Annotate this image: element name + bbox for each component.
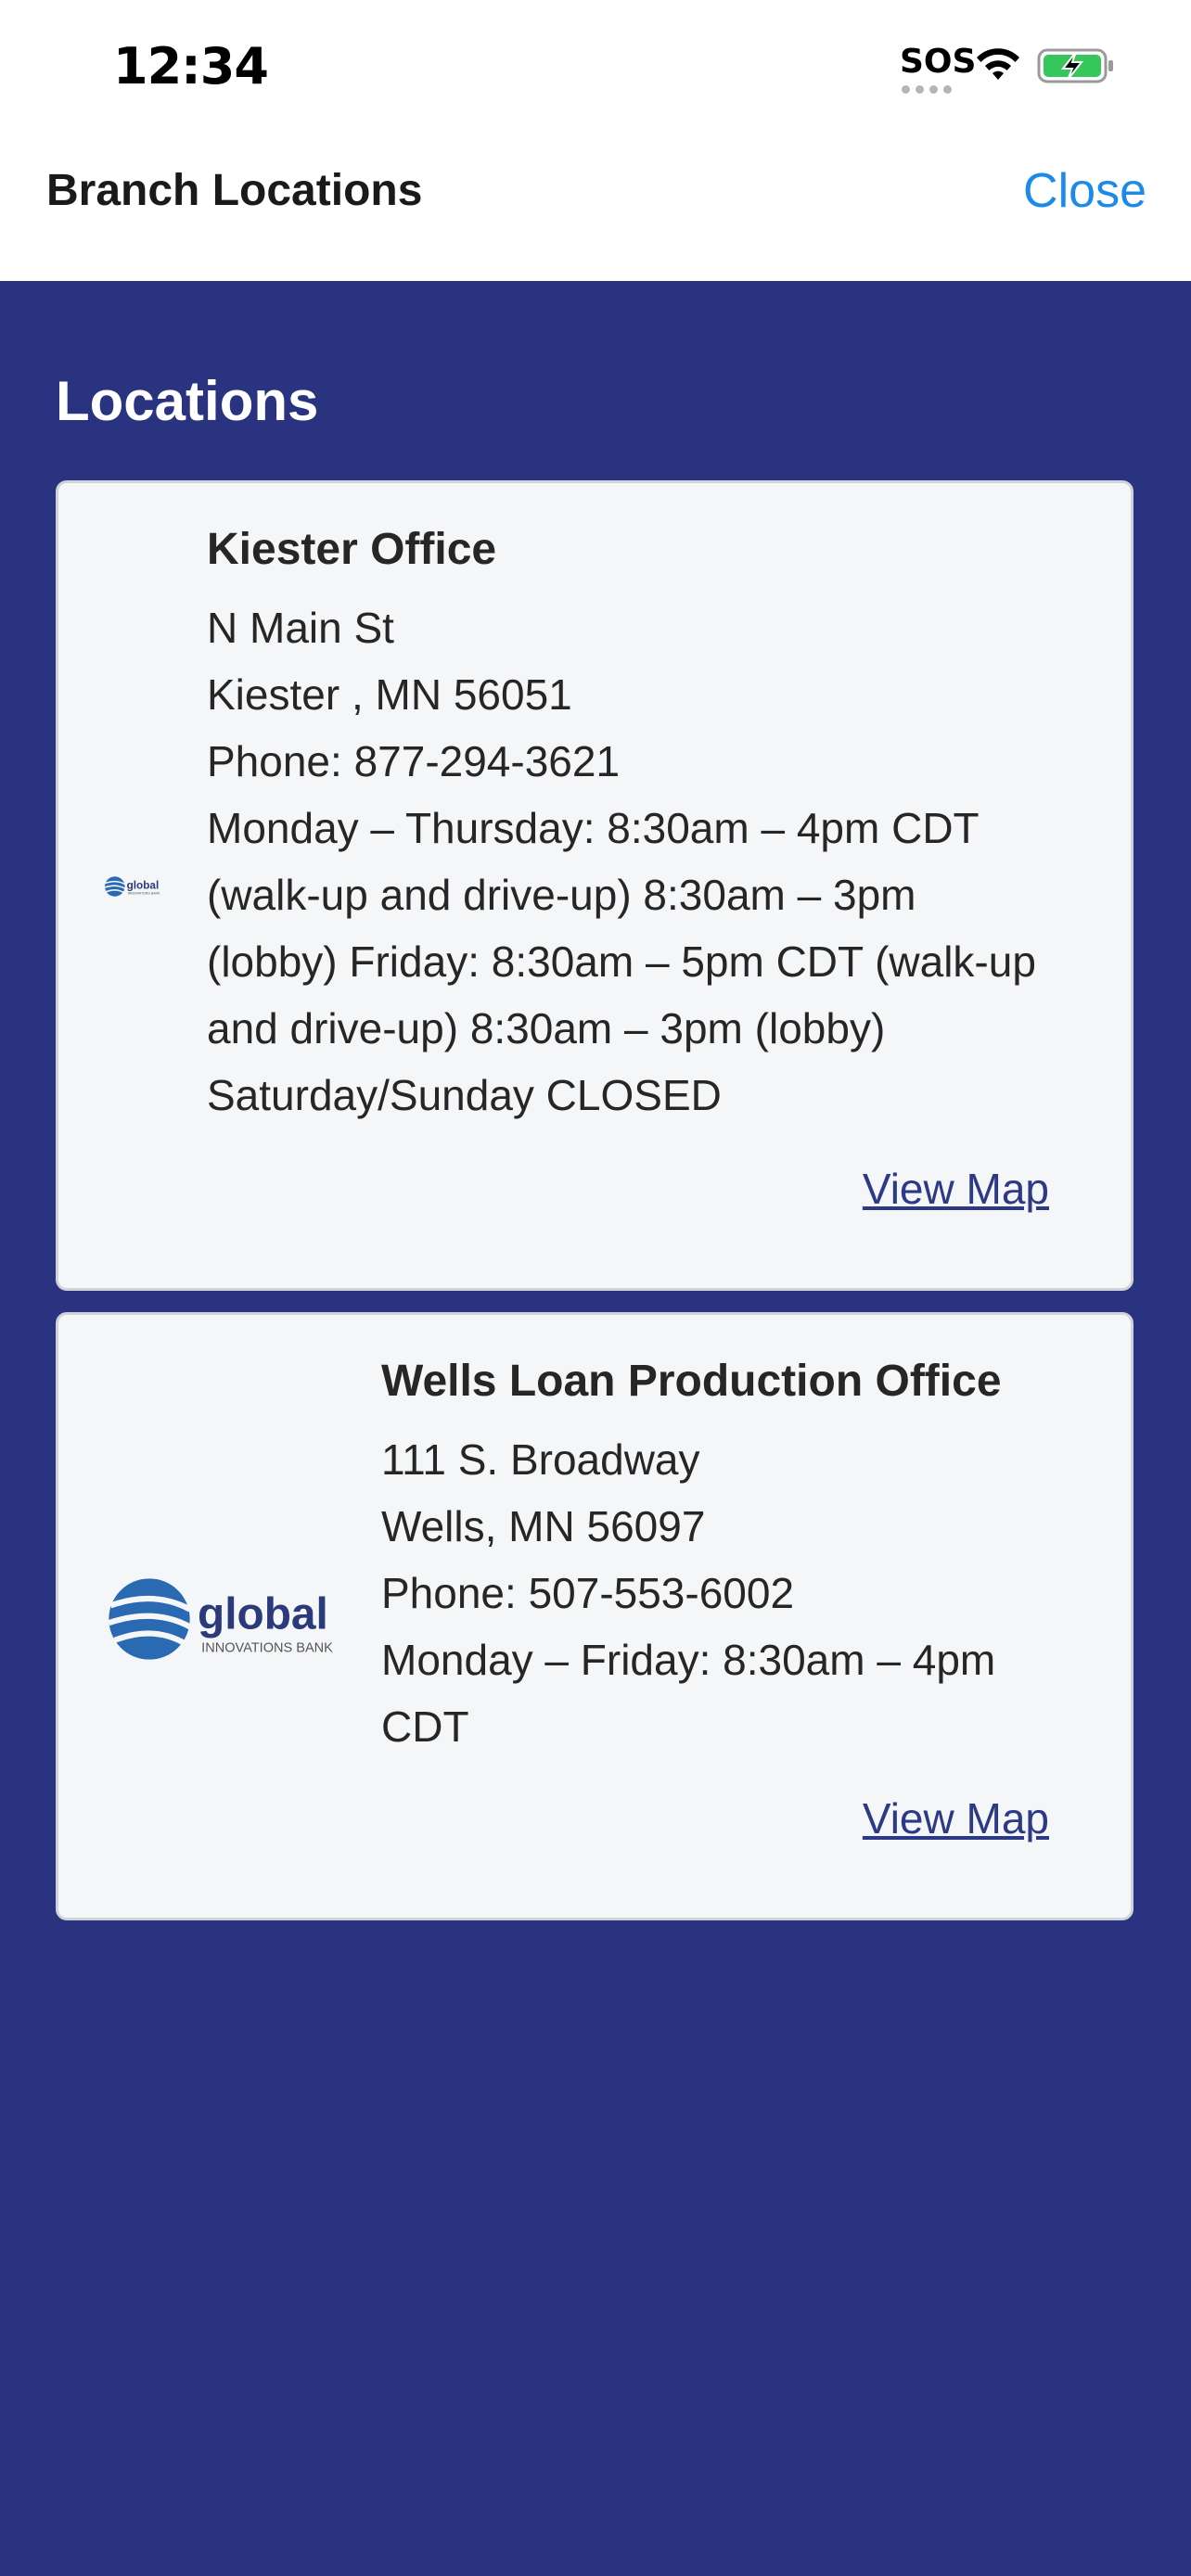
globe-icon <box>108 1578 192 1660</box>
location-hours: Saturday/Sunday CLOSED <box>207 1071 722 1119</box>
view-map-link[interactable]: View Map <box>863 1164 1049 1214</box>
location-address: 111 S. Broadway <box>381 1435 700 1484</box>
nav-header: Branch Locations Close <box>0 130 1191 281</box>
location-details: Kiester Office N Main St Kiester , MN 56… <box>207 524 1116 1129</box>
location-city-state-zip: Kiester , MN 56051 <box>207 670 572 719</box>
location-phone: Phone: 507-553-6002 <box>381 1569 795 1617</box>
logo-subtitle: INNOVATIONS BANK <box>128 892 160 896</box>
section-title: Locations <box>56 370 319 432</box>
status-time: 12:34 <box>113 37 269 96</box>
location-details: Wells Loan Production Office 111 S. Broa… <box>381 1356 1123 1760</box>
location-hours: Monday – Friday: 8:30am – 4pm <box>381 1636 996 1684</box>
sos-indicator: SOS <box>900 43 977 81</box>
bank-logo: global INNOVATIONS BANK <box>108 1578 333 1660</box>
location-name: Kiester Office <box>207 525 497 574</box>
location-hours: (lobby) Friday: 8:30am – 5pm CDT (walk-u… <box>207 937 1036 986</box>
logo-wordmark: global <box>127 880 160 892</box>
close-button[interactable]: Close <box>1023 163 1146 219</box>
bank-logo: global INNOVATIONS BANK <box>104 876 160 897</box>
location-hours: and drive-up) 8:30am – 3pm (lobby) <box>207 1004 886 1052</box>
view-map-link[interactable]: View Map <box>863 1793 1049 1843</box>
location-name: Wells Loan Production Office <box>381 1357 1002 1406</box>
location-hours: CDT <box>381 1702 469 1751</box>
location-hours: Monday – Thursday: 8:30am – 4pm CDT <box>207 804 980 852</box>
location-address: N Main St <box>207 604 394 652</box>
location-hours: (walk-up and drive-up) 8:30am – 3pm <box>207 871 916 919</box>
location-card: global INNOVATIONS BANK Kiester Office N… <box>56 480 1133 1291</box>
location-phone: Phone: 877-294-3621 <box>207 737 621 785</box>
globe-icon <box>104 876 125 897</box>
cellular-dots-icon <box>902 82 959 94</box>
location-city-state-zip: Wells, MN 56097 <box>381 1502 706 1550</box>
logo-wordmark: global <box>198 1589 328 1639</box>
page-title: Branch Locations <box>46 166 423 215</box>
battery-charging-icon <box>1037 48 1113 83</box>
wifi-icon <box>977 48 1019 80</box>
status-bar: 12:34 SOS <box>0 0 1191 130</box>
logo-subtitle: INNOVATIONS BANK <box>201 1640 333 1655</box>
location-card: global INNOVATIONS BANK Wells Loan Produ… <box>56 1312 1133 1920</box>
